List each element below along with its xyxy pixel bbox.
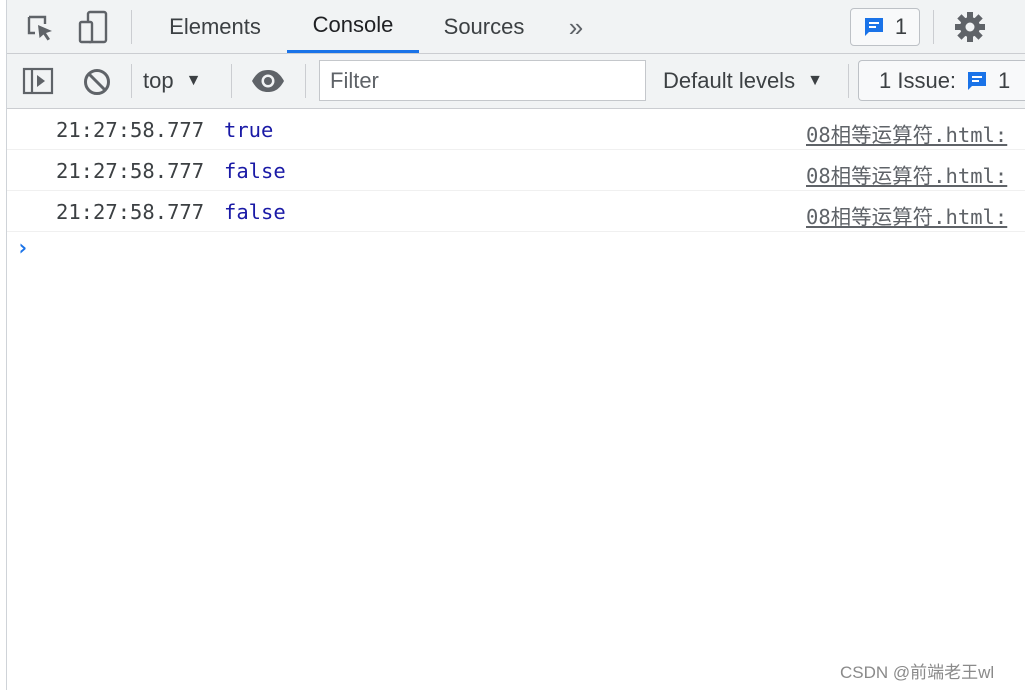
timestamp: 21:27:58.777 [56,118,205,142]
source-link[interactable]: 08相等运算符.html: [806,200,1007,230]
source-link[interactable]: 08相等运算符.html: [806,118,1007,148]
log-value: true [224,118,274,142]
tab-console[interactable]: Console [287,0,419,53]
levels-label: Default levels [663,68,796,93]
issues-count: 1 [894,14,908,39]
issues-button[interactable]: 1 Issue: 1 [858,60,1025,101]
devtools-tab-bar: Elements Console Sources » 1 [7,0,1025,54]
clear-console-icon[interactable] [81,66,113,98]
chevron-double-right-icon[interactable]: » [561,12,591,42]
inspect-icon[interactable] [23,12,57,44]
caret-down-icon: ▼ [185,72,202,89]
device-toolbar-icon[interactable] [77,10,111,44]
context-label: top [143,68,174,93]
divider [933,10,934,44]
console-message: 21:27:58.777 false 08相等运算符.html: [7,150,1025,191]
message-icon [864,18,883,36]
tab-sources[interactable]: Sources [427,0,541,53]
issues-label: 1 Issue: [879,67,957,93]
eye-icon[interactable] [250,68,286,94]
sidebar-icon[interactable] [21,66,55,96]
console-message: 21:27:58.777 false 08相等运算符.html: [7,191,1025,232]
log-value: false [224,159,286,183]
divider [131,10,132,44]
source-link[interactable]: 08相等运算符.html: [806,159,1007,189]
filter-placeholder: Filter [330,67,379,93]
console-prompt[interactable]: › [16,236,29,261]
divider [131,64,132,98]
issues-counter-button[interactable]: 1 [850,8,920,46]
log-value: false [224,200,286,224]
timestamp: 21:27:58.777 [56,159,205,183]
console-messages: 21:27:58.777 true 08相等运算符.html: 21:27:58… [7,109,1025,232]
filter-input[interactable]: Filter [319,60,646,101]
issues-toolbar-count: 1 [998,67,1011,93]
watermark: CSDN @前端老王wl [840,663,995,682]
gear-icon[interactable] [953,10,987,44]
divider [305,64,306,98]
caret-down-icon: ▼ [807,72,823,89]
context-selector[interactable]: top ▼ [143,62,201,100]
message-icon [968,71,987,90]
log-levels-dropdown[interactable]: Default levels ▼ [663,62,823,100]
console-toolbar: top ▼ Filter Default levels ▼ 1 Issue: 1 [7,54,1025,109]
console-message: 21:27:58.777 true 08相等运算符.html: [7,109,1025,150]
tab-elements[interactable]: Elements [149,0,281,53]
timestamp: 21:27:58.777 [56,200,205,224]
divider [231,64,232,98]
divider [848,64,849,98]
left-edge [0,0,7,690]
